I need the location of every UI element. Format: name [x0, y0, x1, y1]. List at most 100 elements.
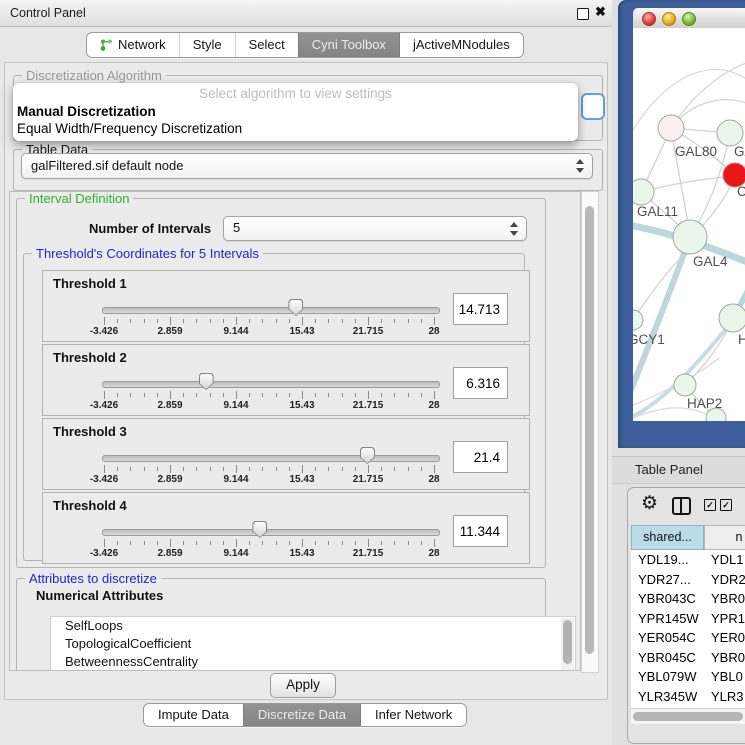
number-of-intervals-combobox[interactable]: 5: [223, 216, 527, 241]
tab-jactivemnodules[interactable]: jActiveMNodules: [399, 33, 523, 57]
settings-scrollbar[interactable]: [581, 191, 599, 673]
interval-definition-label: Interval Definition: [25, 191, 133, 206]
threshold-value-field[interactable]: 6.316: [453, 367, 508, 399]
slider-track[interactable]: [102, 455, 440, 462]
table-row[interactable]: YBR043CYBR0: [631, 589, 745, 609]
tick-mark: [355, 541, 356, 545]
tick-mark: [302, 465, 303, 473]
network-node-pink[interactable]: [658, 115, 684, 141]
threshold-value-field[interactable]: 11.344: [453, 515, 508, 547]
tick-mark: [408, 393, 409, 397]
tick-mark: [236, 539, 237, 547]
settings-scrollbar-thumb[interactable]: [585, 206, 594, 654]
tick-mark: [289, 319, 290, 323]
algorithm-combobox-focus-ring[interactable]: [581, 93, 605, 120]
split-columns-icon[interactable]: [672, 497, 691, 515]
tick-mark: [381, 393, 382, 397]
close-traffic-light-icon[interactable]: [642, 12, 656, 26]
bottom-tab-discretize-data[interactable]: Discretize Data: [243, 704, 360, 726]
attributes-scrollbar-thumb[interactable]: [563, 620, 572, 664]
tick-mark: [328, 319, 329, 323]
slider-track[interactable]: [102, 529, 440, 536]
column-header[interactable]: n: [704, 525, 745, 550]
slider-tick-labels: -3.4262.8599.14415.4321.71528: [102, 548, 438, 560]
float-window-icon[interactable]: [577, 8, 589, 20]
close-icon[interactable]: ✖: [595, 4, 606, 20]
apply-button[interactable]: Apply: [270, 673, 336, 698]
table-cell: YER0: [704, 628, 745, 648]
bottom-tab-impute-data[interactable]: Impute Data: [144, 704, 243, 726]
bottom-tab-infer-network[interactable]: Infer Network: [360, 704, 466, 726]
tick-mark: [368, 391, 369, 399]
network-node-label: H: [738, 332, 745, 347]
window-title: Control Panel: [10, 6, 86, 20]
network-node-label: GAL80: [675, 144, 717, 159]
tick-mark: [130, 393, 131, 397]
table-cell: YPR145W: [631, 609, 704, 629]
network-window-titlebar: [633, 8, 745, 29]
bottom-tab-label: Impute Data: [158, 704, 229, 726]
threshold-panel: Threshold 1-3.4262.8599.14415.4321.71528…: [42, 270, 530, 342]
column-header[interactable]: shared...: [631, 525, 704, 550]
minimize-traffic-light-icon[interactable]: [662, 12, 676, 26]
numerical-attributes-list[interactable]: SelfLoopsTopologicalCoefficientBetweenne…: [50, 616, 576, 671]
tick-mark: [355, 467, 356, 471]
table-cell: YLR345W: [631, 687, 704, 707]
table-horizontal-scrollbar[interactable]: [631, 708, 745, 724]
tick-label: 2.859: [157, 326, 182, 337]
tick-mark: [368, 465, 369, 473]
network-node-label: GAL11: [637, 204, 678, 219]
network-canvas[interactable]: GAL80GACGAL11GAL4GCY1HHAP2: [633, 28, 745, 421]
tab-select[interactable]: Select: [235, 33, 298, 57]
table-row[interactable]: YPR145WYPR1: [631, 609, 745, 629]
table-row[interactable]: YLR345WYLR3: [631, 687, 745, 707]
slider-track[interactable]: [102, 307, 440, 314]
slider-track[interactable]: [102, 381, 440, 388]
tab-label: jActiveMNodules: [413, 33, 510, 57]
tick-mark: [315, 319, 316, 323]
table-rows: YDL19...YDL1YDR27...YDR2YBR043CYBR0YPR14…: [631, 550, 745, 710]
table-data-combobox[interactable]: galFiltered.sif default node: [21, 153, 593, 179]
table-row[interactable]: YBL079WYBL0: [631, 667, 745, 687]
table-row[interactable]: YBR045CYBR0: [631, 648, 745, 668]
tick-mark: [144, 319, 145, 323]
table-row[interactable]: YDR27...YDR2: [631, 570, 745, 590]
network-node-green[interactable]: [674, 374, 696, 396]
checkbox-select-none-icon[interactable]: ✓: [720, 499, 732, 511]
tick-mark: [117, 541, 118, 545]
network-node-label: HAP2: [687, 396, 722, 411]
tick-label: 15.43: [289, 548, 314, 559]
attribute-item[interactable]: BetweennessCentrality: [51, 653, 575, 671]
network-node-green[interactable]: [633, 179, 654, 205]
tick-mark: [434, 539, 435, 547]
network-node-green[interactable]: [719, 304, 745, 332]
attributes-scrollbar[interactable]: [561, 618, 574, 671]
zoom-traffic-light-icon[interactable]: [682, 12, 696, 26]
tick-label: -3.426: [90, 548, 118, 559]
threshold-value-field[interactable]: 21.4: [453, 441, 508, 473]
attributes-group-label: Attributes to discretize: [25, 571, 161, 586]
network-node-green[interactable]: [717, 120, 743, 146]
gear-icon[interactable]: ⚙: [641, 494, 658, 514]
tab-cyni-toolbox[interactable]: Cyni Toolbox: [298, 33, 399, 57]
attribute-item[interactable]: TopologicalCoefficient: [51, 635, 575, 653]
attribute-item[interactable]: SelfLoops: [51, 617, 575, 635]
table-row[interactable]: YER054CYER0: [631, 628, 745, 648]
threshold-value-field[interactable]: 14.713: [453, 293, 508, 325]
tab-network[interactable]: Network: [87, 33, 179, 57]
table-scrollbar-thumb[interactable]: [633, 712, 743, 721]
network-node-green[interactable]: [633, 310, 643, 330]
tick-mark: [408, 541, 409, 545]
threshold-panel: Threshold 2-3.4262.8599.14415.4321.71528…: [42, 344, 530, 416]
algorithm-option[interactable]: Manual Discretization: [13, 103, 578, 120]
checkbox-select-all-icon[interactable]: ✓: [704, 499, 716, 511]
tick-mark: [196, 393, 197, 397]
table-row[interactable]: YDL19...YDL1: [631, 550, 745, 570]
tick-mark: [394, 467, 395, 471]
tick-mark: [434, 391, 435, 399]
algorithm-option[interactable]: Equal Width/Frequency Discretization: [13, 120, 578, 137]
tab-style[interactable]: Style: [179, 33, 235, 57]
tick-mark: [249, 541, 250, 545]
network-node-green[interactable]: [673, 220, 707, 254]
tick-label: 21.715: [353, 326, 384, 337]
